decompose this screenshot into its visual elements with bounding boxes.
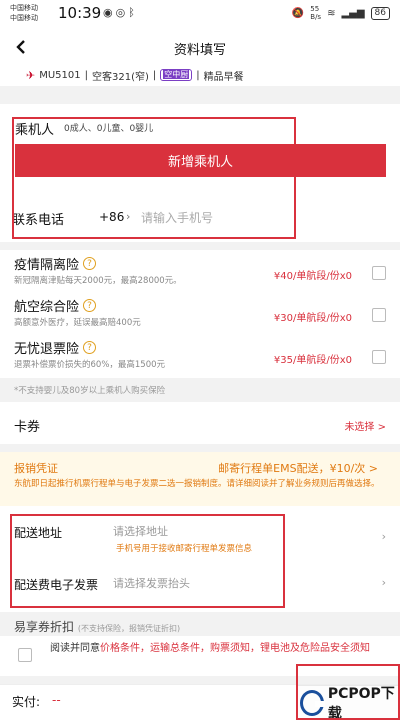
passenger-label: 乘机人 — [15, 123, 55, 138]
battery-icon: 86 — [370, 6, 390, 20]
invoice-section: 报销凭证 邮寄行程单EMS配送，¥10/次 > 东航即日起推行机票行程单与电子发… — [0, 452, 400, 506]
phone-input[interactable] — [141, 207, 361, 229]
nav-bar: 资料填写 — [0, 30, 400, 64]
help-icon[interactable]: ? — [83, 257, 97, 270]
aircraft-type: 空客321(窄) — [92, 71, 149, 83]
wifi-icon: ≋ — [327, 7, 336, 19]
phone-label: 联系电话 — [12, 213, 65, 228]
help-icon[interactable]: ? — [83, 341, 97, 354]
chevron-right-icon[interactable]: › — [126, 210, 130, 223]
eye-icon: ◎ — [115, 6, 129, 19]
insurance-desc: 新冠隔离津贴每天2000元，最高28000元。 — [14, 276, 182, 286]
discount-label: 易享券折扣 — [14, 620, 75, 634]
page-title: 资料填写 — [173, 43, 226, 58]
invoice-title-label: 配送费电子发票 — [14, 578, 99, 592]
insurance-name: 疫情隔离险 — [14, 258, 80, 273]
address-label: 配送地址 — [14, 526, 63, 540]
agreement-section: 阅读并同意价格条件，运输总条件，购票须知，锂电池及危险品安全须知 — [0, 636, 400, 676]
insurance-price: ¥30/单航段/份x0 — [273, 313, 352, 324]
address-hint: 手机号用于接收邮寄行程单发票信息 — [116, 544, 253, 554]
chevron-right-icon[interactable]: › — [382, 576, 386, 589]
clock: 10:39 — [58, 4, 102, 22]
agreement-checkbox[interactable] — [18, 648, 32, 662]
insurance-item[interactable]: 无忧退票险? 退票补偿票价损失的60%，最高1500元 ¥35/单航段/份x0 — [0, 338, 400, 378]
invoice-title-input[interactable] — [113, 573, 353, 593]
network-speed: 55 B/s — [310, 5, 322, 21]
insurance-section: 疫情隔离险? 新冠隔离津贴每天2000元，最高28000元。 ¥40/单航段/份… — [0, 250, 400, 396]
carrier-2: 中国移动 — [10, 14, 38, 22]
insurance-desc: 退票补偿票价损失的60%，最高1500元 — [14, 360, 166, 370]
meal-type: 精品早餐 — [203, 71, 244, 83]
passenger-count: 0成人、0儿童、0婴儿 — [64, 124, 154, 134]
delivery-section: 配送地址 手机号用于接收邮寄行程单发票信息 › 配送费电子发票 › — [0, 506, 400, 612]
discount-sub: (不支持保险，报销凭证折扣) — [77, 624, 181, 633]
carrier-1: 中国移动 — [10, 4, 38, 12]
insurance-desc: 高额意外医疗，延误最高赔400元 — [14, 318, 141, 328]
insurance-name: 无忧退票险 — [14, 342, 80, 357]
insurance-checkbox[interactable] — [372, 308, 386, 322]
insurance-item[interactable]: 航空综合险? 高额意外医疗，延误最高赔400元 ¥30/单航段/份x0 — [0, 296, 400, 336]
insurance-price: ¥40/单航段/份x0 — [273, 271, 352, 282]
add-passenger-button[interactable]: 新增乘机人 — [15, 144, 386, 177]
passenger-section: 乘机人 0成人、0儿童、0婴儿 新增乘机人 联系电话 +86 › — [0, 104, 400, 242]
pay-amount: -- — [52, 693, 61, 707]
location-icon: ◉ — [103, 6, 116, 19]
mute-icon: 🔕 — [291, 7, 305, 19]
coupon-label: 卡券 — [14, 420, 41, 435]
invoice-desc: 东航即日起推行机票行程单与电子发票二选一报销制度。请详细阅读并了解业务规则后再做… — [14, 479, 380, 489]
chevron-right-icon[interactable]: › — [382, 530, 386, 543]
insurance-checkbox[interactable] — [372, 350, 386, 364]
country-code[interactable]: +86 — [99, 210, 124, 224]
discount-row[interactable]: 易享券折扣 (不支持保险，报销凭证折扣) — [14, 618, 180, 635]
insurance-note: *不支持婴儿及80岁以上乘机人购买保险 — [14, 386, 166, 396]
airline-logo-icon: ✈ — [26, 68, 36, 82]
watermark: PCPOP下载 — [296, 686, 400, 720]
carrier-info: 中国移动 中国移动 — [10, 3, 38, 23]
invoice-method[interactable]: 邮寄行程单EMS配送，¥10/次 > — [218, 460, 378, 476]
watermark-logo-icon — [300, 690, 325, 716]
address-input[interactable] — [113, 521, 353, 541]
insurance-checkbox[interactable] — [372, 266, 386, 280]
agreement-prefix: 阅读并同意 — [50, 643, 100, 654]
status-bar: 中国移动 中国移动 10:39 ◉◎ᛒ 🔕 55 B/s ≋ ▂▄▆ 86 — [0, 0, 400, 30]
meal-badge: 空中厨 — [160, 69, 193, 81]
system-icons: 🔕 55 B/s ≋ ▂▄▆ 86 — [292, 5, 390, 21]
notification-icons: ◉◎ᛒ — [103, 6, 138, 19]
pay-label: 实付: — [12, 695, 41, 709]
agreement-links[interactable]: 价格条件，运输总条件，购票须知，锂电池及危险品安全须知 — [100, 643, 370, 654]
insurance-item[interactable]: 疫情隔离险? 新冠隔离津贴每天2000元，最高28000元。 ¥40/单航段/份… — [0, 254, 400, 294]
help-icon[interactable]: ? — [83, 299, 97, 312]
watermark-text: PCPOP下载 — [327, 686, 395, 720]
flight-info: ✈ MU5101 | 空客321(窄) | 空中厨 | 精品早餐 — [0, 64, 400, 86]
insurance-name: 航空综合险 — [14, 300, 80, 315]
signal-icon: ▂▄▆ — [341, 7, 365, 19]
coupon-value: 未选择 > — [344, 422, 386, 433]
agreement-text: 阅读并同意价格条件，运输总条件，购票须知，锂电池及危险品安全须知 — [50, 642, 390, 656]
insurance-price: ¥35/单航段/份x0 — [273, 355, 352, 366]
flight-number: MU5101 — [39, 69, 81, 81]
coupon-row[interactable]: 卡券 未选择 > — [0, 402, 400, 444]
invoice-label: 报销凭证 — [14, 462, 58, 475]
bluetooth-icon: ᛒ — [128, 6, 138, 19]
